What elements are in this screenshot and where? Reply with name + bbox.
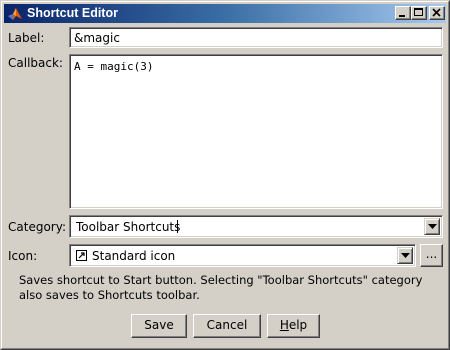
category-dropdown-button[interactable] bbox=[424, 218, 440, 235]
info-text: Saves shortcut to Start button. Selectin… bbox=[19, 273, 423, 302]
icon-dropdown-button[interactable] bbox=[397, 247, 413, 264]
category-caption: Category: bbox=[8, 220, 66, 234]
label-caption: Label: bbox=[8, 31, 45, 45]
maximize-icon bbox=[414, 8, 423, 16]
label-input-value: &magic bbox=[74, 31, 120, 45]
minimize-icon bbox=[399, 15, 405, 17]
chevron-down-icon bbox=[428, 224, 437, 229]
icon-caption: Icon: bbox=[8, 249, 38, 263]
help-label-rest: elp bbox=[288, 318, 308, 332]
close-icon bbox=[432, 8, 441, 17]
matlab-logo-icon bbox=[8, 8, 22, 20]
category-combobox[interactable]: Toolbar Shortcuts bbox=[69, 215, 443, 238]
shortcut-editor-window: Shortcut Editor Label: &magic Callback: … bbox=[0, 0, 450, 350]
callback-caption: Callback: bbox=[8, 56, 63, 70]
callback-editor-value: A = magic(3) bbox=[74, 60, 154, 73]
minimize-button[interactable] bbox=[395, 6, 411, 20]
icon-value: Standard icon bbox=[92, 249, 176, 263]
cancel-button[interactable]: Cancel bbox=[193, 314, 261, 338]
text-caret bbox=[177, 220, 178, 233]
title-bar[interactable]: Shortcut Editor bbox=[4, 4, 446, 23]
icon-combobox[interactable]: Standard icon bbox=[69, 244, 416, 267]
help-button[interactable]: Help bbox=[267, 314, 320, 338]
callback-editor[interactable]: A = magic(3) bbox=[69, 54, 443, 209]
chevron-down-icon bbox=[401, 253, 410, 258]
shortcut-arrow-icon bbox=[76, 250, 87, 261]
label-input[interactable]: &magic bbox=[69, 27, 443, 48]
help-mnemonic: H bbox=[279, 318, 289, 332]
category-value: Toolbar Shortcuts bbox=[76, 220, 181, 234]
maximize-button[interactable] bbox=[411, 6, 427, 20]
save-button[interactable]: Save bbox=[131, 314, 187, 338]
icon-browse-button[interactable]: ... bbox=[420, 244, 443, 267]
close-button[interactable] bbox=[429, 6, 445, 20]
window-title: Shortcut Editor bbox=[27, 6, 118, 20]
